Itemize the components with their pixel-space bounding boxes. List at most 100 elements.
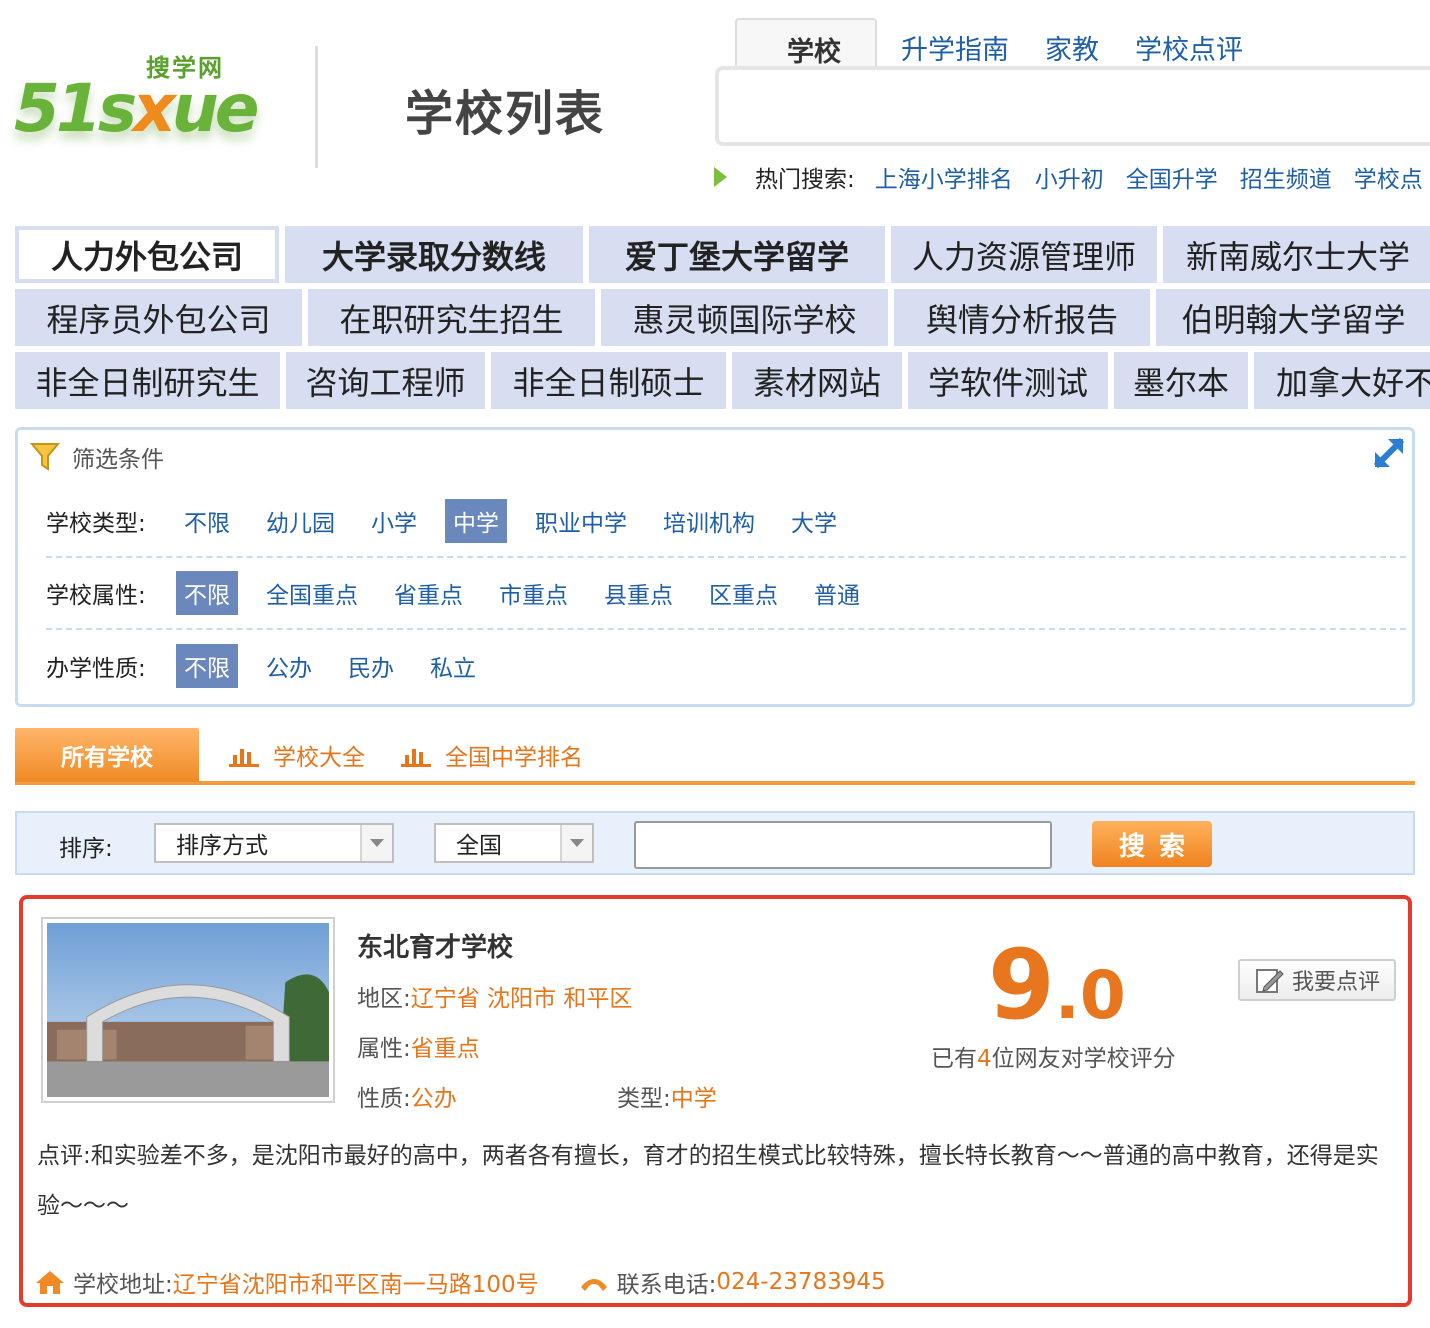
filter-option[interactable]: 全国重点 — [258, 571, 366, 615]
field-label: 地区: — [357, 986, 411, 1012]
school-attribute: 属性:省重点 — [357, 1029, 480, 1063]
keyword-link[interactable]: 学软件测试 — [908, 352, 1108, 409]
keyword-link[interactable]: 大学录取分数线 — [285, 226, 583, 283]
filter-panel: 筛选条件 学校类型: 不限 幼儿园 小学 中学 职业中学 培训机构 大学 学校属… — [15, 427, 1415, 707]
sort-select[interactable]: 排序方式 — [154, 823, 394, 863]
address-label: 学校地址: — [73, 1272, 173, 1298]
tab-label: 全国中学排名 — [445, 745, 583, 771]
school-name[interactable]: 东北育才学校 — [357, 927, 513, 964]
keyword-link[interactable]: 惠灵顿国际学校 — [601, 289, 888, 346]
filter-option[interactable]: 小学 — [363, 499, 425, 543]
sort-select-value: 排序方式 — [176, 833, 268, 859]
write-review-button[interactable]: 我要点评 — [1238, 959, 1396, 1001]
list-tabs: 所有学校 学校大全 全国中学排名 — [15, 728, 1415, 785]
filter-option[interactable]: 不限 — [176, 499, 238, 543]
filter-option[interactable]: 县重点 — [596, 571, 681, 615]
school-nature: 性质:公办 — [357, 1079, 457, 1113]
filter-row-nature: 办学性质: 不限 公办 民办 私立 — [46, 630, 1406, 702]
filter-option-selected[interactable]: 不限 — [176, 644, 238, 688]
school-score: 9 .0 — [988, 937, 1126, 1033]
keyword-link[interactable]: 伯明翰大学留学 — [1156, 289, 1430, 346]
keyword-link[interactable]: 人力资源管理师 — [891, 226, 1157, 283]
tab-national-ranking[interactable]: 全国中学排名 — [401, 738, 583, 772]
address-value: 辽宁省沈阳市和平区南一马路100号 — [172, 1272, 539, 1298]
tab-school-directory[interactable]: 学校大全 — [229, 738, 365, 772]
keyword-link[interactable]: 非全日制硕士 — [491, 352, 726, 409]
sort-bar: 排序: 排序方式 全国 搜索 — [15, 811, 1415, 875]
search-tab-school[interactable]: 学校 — [735, 18, 877, 68]
tab-all-schools[interactable]: 所有学校 — [15, 728, 199, 782]
phone-value: 024-23783945 — [716, 1269, 886, 1295]
keyword-link[interactable]: 人力外包公司 — [15, 226, 279, 283]
header-divider — [315, 46, 318, 168]
rating-count: 已有4位网友对学校评分 — [931, 1039, 1176, 1073]
search-tab-tutor[interactable]: 家教 — [1027, 18, 1117, 68]
hot-link[interactable]: 学校点 — [1354, 160, 1423, 194]
filter-option[interactable]: 区重点 — [701, 571, 786, 615]
field-label: 性质: — [357, 1086, 411, 1112]
keyword-link[interactable]: 程序员外包公司 — [15, 289, 302, 346]
keyword-grid: 人力外包公司 大学录取分数线 爱丁堡大学留学 人力资源管理师 新南威尔士大学 程… — [15, 226, 1430, 415]
filter-option[interactable]: 职业中学 — [527, 499, 635, 543]
hot-search-bar: 热门搜索: 上海小学排名 小升初 全国升学 招生频道 学校点 — [714, 160, 1430, 194]
filter-option[interactable]: 省重点 — [386, 571, 471, 615]
filter-label: 办学性质: — [46, 656, 146, 682]
keyword-input[interactable] — [634, 821, 1052, 869]
field-label: 属性: — [357, 1036, 411, 1062]
search-button[interactable]: 搜索 — [1092, 821, 1212, 867]
main-search-box — [715, 66, 1430, 146]
filter-option[interactable]: 幼儿园 — [258, 499, 343, 543]
keyword-link[interactable]: 咨询工程师 — [286, 352, 485, 409]
keyword-link[interactable]: 舆情分析报告 — [894, 289, 1150, 346]
rating-prefix: 已有 — [931, 1046, 977, 1072]
expand-icon[interactable] — [1372, 436, 1406, 470]
filter-option-selected[interactable]: 不限 — [176, 571, 238, 615]
search-tabs: 学校 升学指南 家教 学校点评 — [735, 18, 1261, 68]
filter-option[interactable]: 培训机构 — [655, 499, 763, 543]
region-select[interactable]: 全国 — [434, 823, 594, 863]
rating-suffix: 位网友对学校评分 — [991, 1046, 1176, 1072]
school-comment: 点评:和实验差不多，是沈阳市最好的高中，两者各有擅长，育才的招生模式比较特殊，擅… — [37, 1143, 1379, 1219]
filter-row-attribute: 学校属性: 不限 全国重点 省重点 市重点 县重点 区重点 普通 — [46, 558, 1406, 630]
type-value[interactable]: 中学 — [671, 1086, 717, 1112]
score-integer: 9 — [988, 929, 1055, 1041]
filter-title-text: 筛选条件 — [72, 447, 164, 473]
main-search-input[interactable] — [719, 70, 1430, 142]
school-photo[interactable] — [41, 917, 335, 1103]
filter-option[interactable]: 民办 — [340, 644, 402, 688]
school-card: 东北育才学校 地区:辽宁省 沈阳市 和平区 属性:省重点 性质:公办 类型:中学… — [19, 895, 1412, 1307]
phone-label: 联系电话: — [616, 1272, 717, 1298]
search-tab-review[interactable]: 学校点评 — [1117, 18, 1261, 68]
filter-option[interactable]: 市重点 — [491, 571, 576, 615]
hot-link[interactable]: 上海小学排名 — [875, 160, 1013, 194]
keyword-link[interactable]: 加拿大好不 — [1254, 352, 1430, 409]
filter-row-type: 学校类型: 不限 幼儿园 小学 中学 职业中学 培训机构 大学 — [46, 486, 1406, 558]
chevron-down-icon — [560, 825, 592, 861]
filter-option[interactable]: 私立 — [422, 644, 484, 688]
filter-option[interactable]: 大学 — [783, 499, 845, 543]
filter-option-selected[interactable]: 中学 — [445, 499, 507, 543]
keyword-link[interactable]: 素材网站 — [732, 352, 902, 409]
keyword-link[interactable]: 非全日制研究生 — [15, 352, 280, 409]
keyword-link[interactable]: 墨尔本 — [1114, 352, 1248, 409]
edit-icon — [1255, 969, 1284, 993]
field-label: 类型: — [617, 1086, 671, 1112]
attribute-value[interactable]: 省重点 — [411, 1036, 480, 1062]
hot-link[interactable]: 小升初 — [1035, 160, 1104, 194]
keyword-link[interactable]: 在职研究生招生 — [308, 289, 595, 346]
search-tab-guide[interactable]: 升学指南 — [883, 18, 1027, 68]
keyword-link[interactable]: 爱丁堡大学留学 — [589, 226, 885, 283]
rating-number: 4 — [977, 1046, 992, 1072]
tab-label: 学校大全 — [273, 745, 365, 771]
filter-option[interactable]: 公办 — [258, 644, 320, 688]
nature-value[interactable]: 公办 — [411, 1086, 457, 1112]
filter-option[interactable]: 普通 — [806, 571, 868, 615]
hot-link[interactable]: 招生频道 — [1240, 160, 1332, 194]
keyword-link[interactable]: 新南威尔士大学 — [1163, 226, 1430, 283]
region-value[interactable]: 辽宁省 沈阳市 和平区 — [411, 986, 633, 1012]
sort-label: 排序: — [59, 836, 113, 862]
hot-link[interactable]: 全国升学 — [1126, 160, 1218, 194]
keyword-row: 人力外包公司 大学录取分数线 爱丁堡大学留学 人力资源管理师 新南威尔士大学 — [15, 226, 1430, 283]
site-logo[interactable]: 搜学网 51sxue — [14, 40, 264, 170]
keyword-row: 非全日制研究生 咨询工程师 非全日制硕士 素材网站 学软件测试 墨尔本 加拿大好… — [15, 352, 1430, 409]
